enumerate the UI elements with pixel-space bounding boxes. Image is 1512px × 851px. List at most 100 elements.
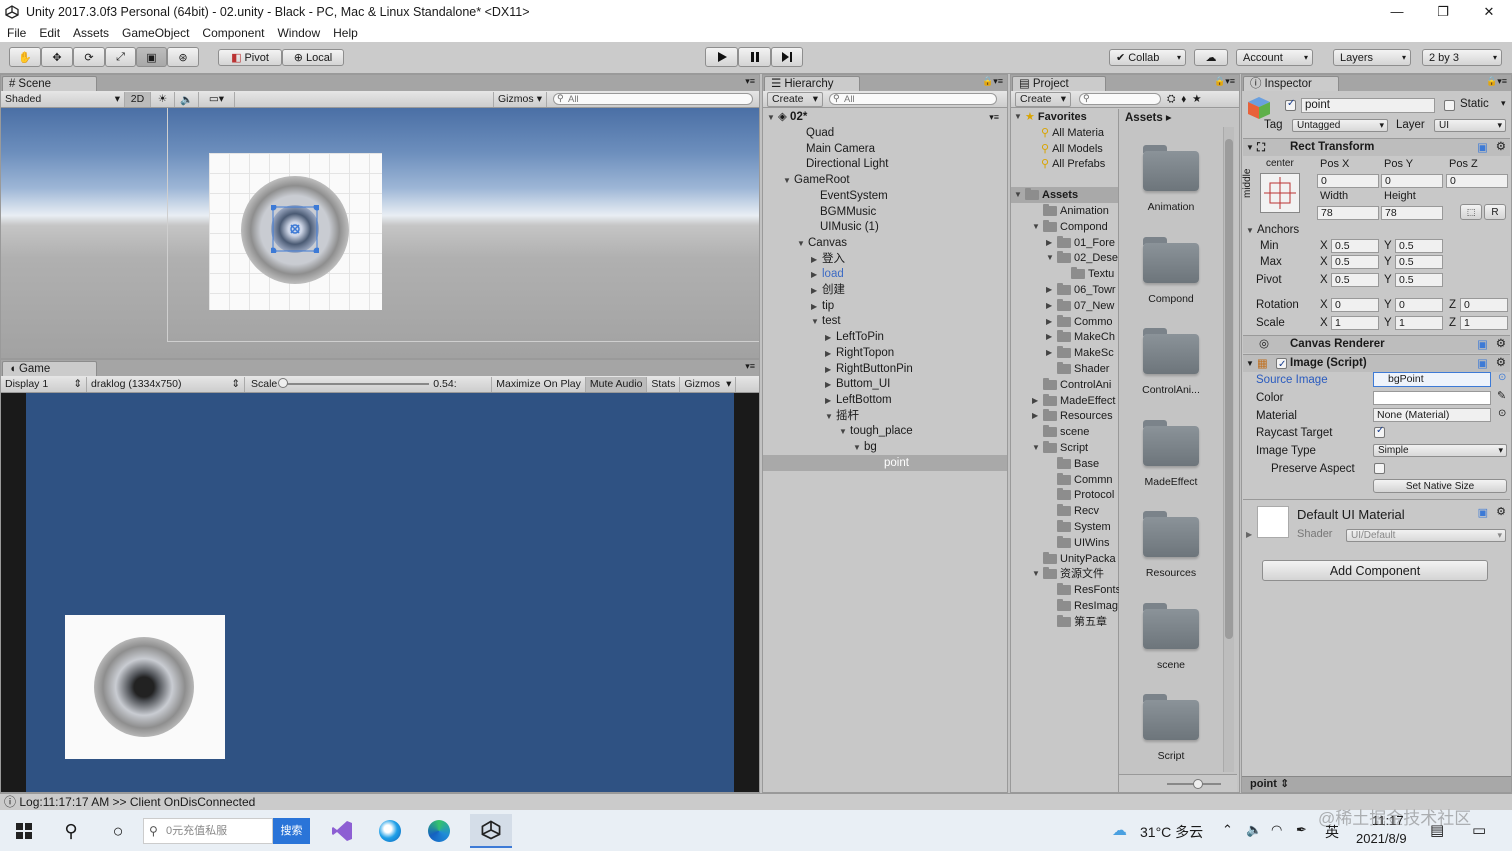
scene-search-input[interactable]: All	[553, 93, 753, 105]
scene-root-row[interactable]: ▼ ◈ 02* ▾≡	[767, 109, 1005, 125]
foldout-arrow-icon[interactable]: ▼	[853, 440, 864, 456]
settings-gear-icon[interactable]: ⚙	[1496, 336, 1506, 353]
project-folder-item[interactable]: Commn	[1046, 472, 1113, 488]
hand-tool-icon[interactable]: ✋	[9, 47, 41, 67]
filter-label-icon[interactable]: ⬧	[1181, 93, 1186, 106]
stats-toggle[interactable]: Stats	[647, 376, 681, 392]
pivot-y-field[interactable]: 0.5	[1395, 273, 1443, 287]
volume-icon[interactable]: 🔈	[1246, 822, 1262, 838]
filter-type-icon[interactable]: ⛭	[1167, 93, 1175, 106]
scene-gizmos-dropdown[interactable]: Gizmos ▾	[493, 91, 547, 107]
play-button[interactable]	[705, 47, 738, 67]
folder-icon[interactable]	[1143, 328, 1199, 374]
asset-folder-label[interactable]: ControlAni...	[1121, 384, 1221, 396]
project-folder-item[interactable]: Shader	[1046, 361, 1109, 377]
scale-slider[interactable]	[278, 378, 430, 389]
assets-breadcrumb[interactable]: Assets ▸	[1125, 110, 1172, 124]
favorite-item[interactable]: ⚲ All Prefabs	[1041, 156, 1105, 172]
eyedropper-icon[interactable]: ✎	[1497, 389, 1506, 402]
close-button[interactable]: ✕	[1466, 0, 1512, 23]
max-x-field[interactable]: 0.5	[1331, 255, 1379, 269]
asset-folder-label[interactable]: Animation	[1121, 201, 1221, 213]
taskbar-search-input[interactable]: 0元充值私服	[143, 818, 273, 844]
foldout-arrow-icon[interactable]: ▶	[1046, 345, 1057, 361]
menu-help[interactable]: Help	[326, 26, 364, 40]
assets-root-row[interactable]: ▼ Assets	[1011, 187, 1118, 203]
hierarchy-item[interactable]: ▼ tough_place	[839, 423, 913, 439]
audio-icon[interactable]: 🔈	[175, 91, 199, 107]
rect-tool-icon[interactable]: ▣	[136, 47, 167, 67]
tab-project[interactable]: ▤ Project	[1012, 76, 1106, 91]
add-component-button[interactable]: Add Component	[1262, 560, 1488, 581]
game-gizmos-dropdown[interactable]: Gizmos ▾	[680, 376, 737, 392]
resolution-dropdown[interactable]: draklog (1334x750) ⇕	[87, 376, 245, 392]
layers-dropdown[interactable]: Layers ▾	[1333, 49, 1411, 66]
folder-icon[interactable]	[1143, 145, 1199, 191]
scale-slider-thumb[interactable]	[278, 378, 289, 388]
tab-scene[interactable]: # Scene	[2, 76, 97, 91]
help-icon[interactable]: ▣	[1477, 337, 1488, 354]
source-image-field[interactable]: bgPoint	[1373, 372, 1491, 387]
object-name-field[interactable]: point	[1301, 98, 1435, 113]
project-search-input[interactable]	[1079, 93, 1161, 105]
weather-icon[interactable]: ☁	[1112, 821, 1127, 839]
favorite-item[interactable]: ⚲ All Models	[1041, 141, 1103, 157]
raw-edit-button[interactable]: R	[1484, 204, 1506, 220]
tray-chevron-icon[interactable]: ⌃	[1222, 822, 1233, 838]
help-icon[interactable]: ▣	[1477, 140, 1488, 157]
unity-taskbar-icon[interactable]	[470, 814, 512, 848]
pen-icon[interactable]: ✒	[1296, 822, 1307, 838]
tab-inspector[interactable]: ⓘ Inspector	[1243, 76, 1339, 91]
scale-y-field[interactable]: 1	[1395, 316, 1443, 330]
pause-button[interactable]	[738, 47, 771, 67]
project-folder-item[interactable]: ▶ MakeCh	[1046, 329, 1115, 345]
asset-folder-label[interactable]: Resources	[1121, 567, 1221, 579]
settings-gear-icon[interactable]: ⚙	[1496, 505, 1506, 518]
static-checkbox[interactable]	[1444, 100, 1455, 111]
project-folder-item[interactable]: ▶ 07_New	[1046, 298, 1114, 314]
status-bar[interactable]: ⓘ Log:11:17:17 AM >> Client OnDisConnect…	[0, 793, 1512, 810]
project-scrollbar[interactable]	[1223, 127, 1234, 772]
project-folder-item[interactable]: Protocol	[1046, 487, 1114, 503]
foldout-arrow-icon[interactable]: ▼	[839, 424, 850, 440]
menu-gameobject[interactable]: GameObject	[115, 26, 195, 40]
foldout-arrow-icon[interactable]: ▼	[1032, 219, 1043, 235]
scale-x-field[interactable]: 1	[1331, 316, 1379, 330]
project-folder-item[interactable]: ▼ Script	[1032, 440, 1088, 456]
project-folder-item[interactable]: ResFonts	[1046, 582, 1121, 598]
hierarchy-item[interactable]: ▶ LeftToPin	[825, 329, 884, 345]
image-script-header[interactable]: ▼ ▦ Image (Script) ▣ ⚙	[1243, 354, 1510, 373]
scale-tool-icon[interactable]: ⤢	[105, 47, 136, 67]
foldout-arrow-icon[interactable]: ▶	[825, 377, 836, 393]
project-folder-item[interactable]: scene	[1032, 424, 1089, 440]
menu-assets[interactable]: Assets	[66, 26, 115, 40]
network-icon[interactable]: ◠	[1271, 822, 1282, 838]
set-native-size-button[interactable]: Set Native Size	[1373, 479, 1507, 493]
project-folder-item[interactable]: ResImag	[1046, 598, 1118, 614]
clock-date[interactable]: 2021/8/9	[1356, 831, 1407, 846]
hierarchy-item[interactable]: UIMusic (1)	[809, 219, 879, 235]
lock-icon[interactable]: 🔒▾≡	[982, 76, 1003, 87]
help-icon[interactable]: ▣	[1477, 356, 1488, 373]
object-picker-icon[interactable]: ⊙	[1498, 372, 1506, 383]
hierarchy-item[interactable]: ▶ tip	[811, 298, 834, 314]
pivot-toggle[interactable]: ◧ Pivot	[218, 49, 282, 66]
hierarchy-item[interactable]: ▶ Buttom_UI	[825, 376, 890, 392]
folder-icon[interactable]	[1143, 694, 1199, 740]
project-folder-item[interactable]: UnityPacka	[1032, 551, 1116, 567]
min-x-field[interactable]: 0.5	[1331, 239, 1379, 253]
menu-component[interactable]: Component	[195, 26, 270, 40]
image-type-dropdown[interactable]: Simple	[1373, 444, 1507, 457]
tab-game[interactable]: ◖ Game	[2, 361, 97, 376]
anchors-foldout[interactable]: ▼ Anchors	[1246, 222, 1299, 238]
foldout-arrow-icon[interactable]: ▶	[825, 330, 836, 346]
shader-dropdown[interactable]: UI/Default	[1346, 529, 1506, 542]
shading-dropdown[interactable]: Shaded ▾	[1, 91, 125, 107]
local-toggle[interactable]: ⊕ Local	[282, 49, 344, 66]
rot-y-field[interactable]: 0	[1395, 298, 1443, 312]
project-folder-item[interactable]: ▶ 06_Towr	[1046, 282, 1116, 298]
foldout-arrow-icon[interactable]: ▶	[811, 283, 822, 299]
hierarchy-create-button[interactable]: Create ▾	[767, 91, 823, 107]
project-folder-item[interactable]: Animation	[1032, 203, 1109, 219]
weather-text[interactable]: 31°C 多云	[1140, 822, 1203, 842]
